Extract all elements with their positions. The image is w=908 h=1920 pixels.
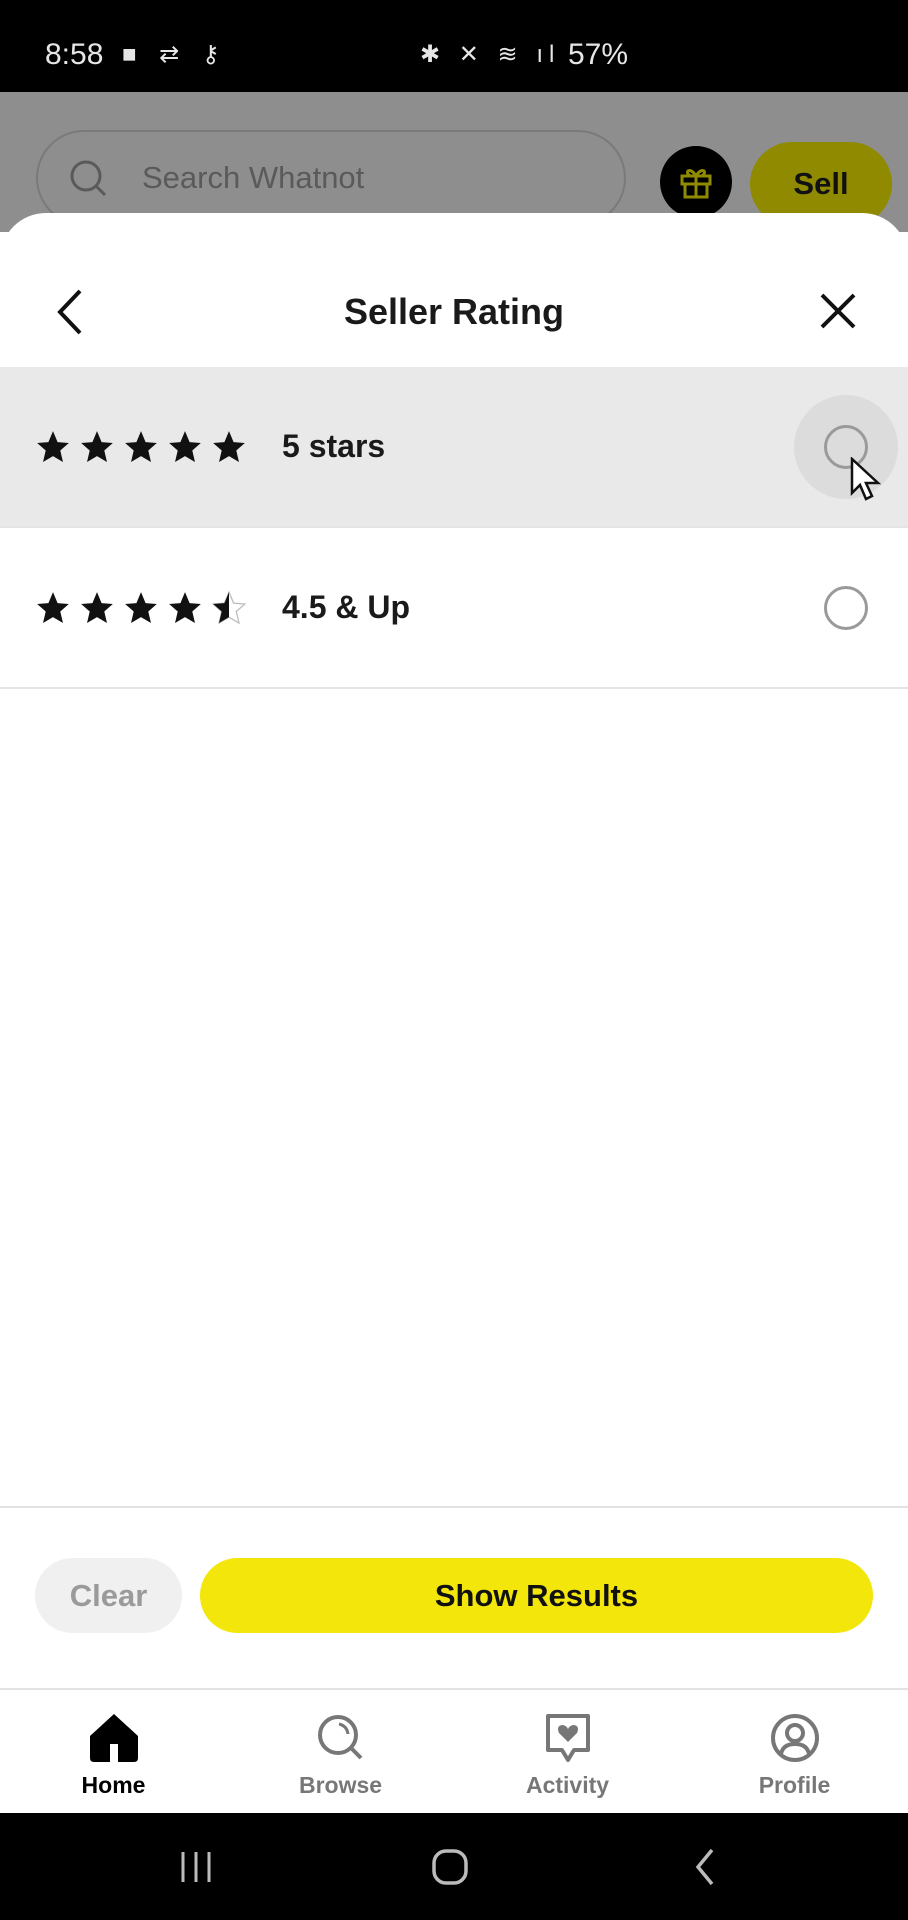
- rating-option-5-stars[interactable]: 5 stars: [0, 367, 908, 528]
- notification-icons: ■ ⇄ ⚷: [122, 41, 228, 68]
- home-icon: [89, 1714, 138, 1762]
- status-time: 8:58: [45, 38, 104, 71]
- nav-label: Home: [81, 1772, 146, 1798]
- home-header-dimmed: Search Whatnot Sell: [0, 92, 908, 232]
- close-button[interactable]: [818, 291, 858, 331]
- nav-home[interactable]: Home: [0, 1690, 227, 1813]
- battery-level: 57%: [568, 38, 629, 71]
- sheet-header: Seller Rating: [0, 213, 908, 367]
- home-system-button[interactable]: [430, 1847, 470, 1887]
- five-stars-icon: [34, 428, 248, 466]
- seller-rating-sheet: Seller Rating 5 stars 4.5 & Up Clear Sho…: [0, 213, 908, 1688]
- browse-icon: [317, 1715, 362, 1760]
- search-input[interactable]: Search Whatnot: [36, 130, 626, 226]
- clear-button[interactable]: Clear: [35, 1558, 182, 1633]
- nav-profile[interactable]: Profile: [681, 1690, 908, 1813]
- sheet-title: Seller Rating: [343, 291, 565, 332]
- nav-label: Browse: [298, 1772, 383, 1798]
- nav-label: Profile: [758, 1772, 831, 1798]
- gift-button[interactable]: [660, 146, 732, 218]
- nav-activity[interactable]: Activity: [454, 1690, 681, 1813]
- activity-icon: [545, 1714, 590, 1762]
- gift-icon: [680, 169, 712, 199]
- option-label: 4.5 & Up: [282, 589, 411, 625]
- recent-apps-button[interactable]: [178, 1849, 214, 1885]
- nav-label: Activity: [525, 1772, 610, 1798]
- bottom-nav: Home Browse Activity Profile: [0, 1688, 908, 1813]
- nav-browse[interactable]: Browse: [227, 1690, 454, 1813]
- search-icon: [70, 160, 107, 197]
- radio-button[interactable]: [824, 585, 868, 630]
- system-icons: ✱ ✕ ≋ ıl: [420, 41, 561, 68]
- mouse-cursor-icon: [850, 457, 882, 501]
- rating-option-4-5-up[interactable]: 4.5 & Up: [0, 528, 908, 689]
- four-half-stars-icon: [34, 589, 248, 627]
- system-navigation-bar: [0, 1813, 908, 1920]
- status-bar: 8:58 ■ ⇄ ⚷ ✱ ✕ ≋ ıl 57%: [0, 0, 908, 92]
- option-label: 5 stars: [282, 428, 386, 464]
- show-results-button[interactable]: Show Results: [200, 1558, 873, 1633]
- profile-icon: [770, 1714, 819, 1762]
- search-placeholder: Search Whatnot: [142, 160, 365, 195]
- footer-divider: [0, 1506, 908, 1508]
- back-system-button[interactable]: [690, 1847, 720, 1887]
